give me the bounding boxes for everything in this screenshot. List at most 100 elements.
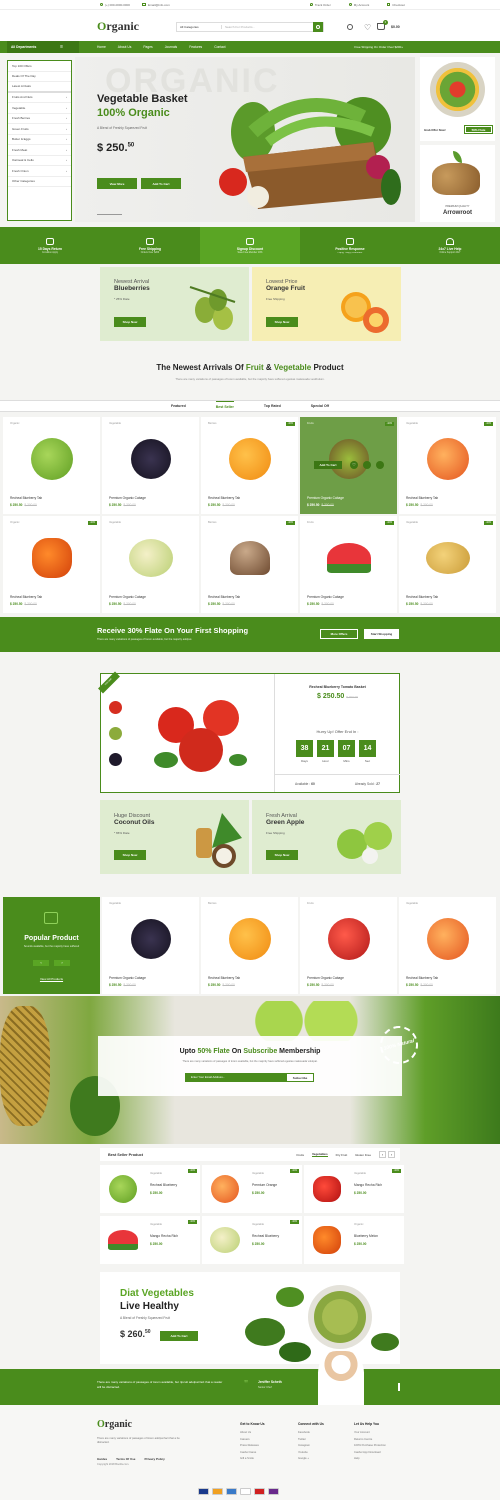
sidebar-item[interactable]: Butter & Eggs › [8,135,71,145]
footer-link[interactable]: Careers [240,1438,265,1441]
product-card[interactable]: Berries Recheal Blueberry Tab $ 250.50 $ 30… [201,897,298,994]
promo-blueberries[interactable]: Newest Arrival Blueberries * 25% Flate S… [100,267,249,341]
nav-pages[interactable]: Pages [143,45,152,49]
checkout-link[interactable]: Checkout [392,3,405,7]
logo[interactable]: Organic [97,19,139,34]
footer-link[interactable]: Youtube [298,1451,324,1454]
category-select[interactable]: All Categories [177,25,222,29]
sidebar-item[interactable]: Fruits And Nuts › [8,93,71,103]
bestseller-item[interactable]: Vegetable -10% Mango Recha Rich $ 250.00 [100,1216,200,1264]
product-name[interactable]: Recheal Blueberry Tab [208,976,240,980]
footer-link-guides[interactable]: Guides [97,1457,107,1461]
product-name[interactable]: Premium Organic Cabage [109,496,146,500]
bestseller-item[interactable]: Vegetable -10% Mango Recha Rich $ 250.00 [304,1165,404,1213]
product-card[interactable]: Berries -10% Recheal Blueberry Tab $ 250.50… [201,516,298,613]
bestseller-item[interactable]: Vegetable -10% Premium Orange $ 250.00 [202,1165,302,1213]
tab-featured[interactable]: Featured [171,401,186,411]
search-button[interactable] [313,22,323,32]
product-card[interactable]: Vegetable Recheal Blueberry Tab $ 250.50 $ … [399,897,496,994]
deal-thumb[interactable] [109,727,122,740]
hero-add-to-cart-button[interactable]: Add To Cart [141,178,181,189]
sidebar-item[interactable]: Fresh Onion › [8,166,71,177]
compare-icon[interactable] [376,461,384,469]
quick-view-icon[interactable] [363,461,371,469]
bs-next-arrow[interactable]: › [388,1151,395,1158]
bs-tab-fruits[interactable]: Fruits [296,1153,304,1157]
deal-product-name[interactable]: Recheal Blueberry Tomato Basket [275,685,400,689]
view-more-button[interactable]: View More [97,178,137,189]
wishlist-icon[interactable]: ♡ [364,23,371,32]
product-name[interactable]: Premium Organic Cabage [307,976,344,980]
all-departments-button[interactable]: All Departments ≡ [7,41,79,53]
prev-arrow[interactable]: ‹ [33,960,49,966]
sidebar-item[interactable]: Fresh Meat › [8,145,71,156]
product-card[interactable]: Fruits -10% Premium Organic Cabage $ 250.50… [300,516,397,613]
footer-link-privacy[interactable]: Privacy Policy [144,1457,164,1461]
nav-home[interactable]: Home [97,45,106,49]
sidebar-item[interactable]: Oatmeal & Cello › [8,156,71,166]
more-offers-button[interactable]: More Offers [320,629,358,639]
product-name[interactable]: Premium Organic Cabage [307,496,344,500]
shop-now-button[interactable]: Shop Now [114,317,146,327]
start-shopping-button[interactable]: Start Shopping [364,629,399,639]
product-name[interactable]: Premium Orange [252,1183,277,1187]
product-card[interactable]: Vegetable Premium Organic Cabage $ 250.50 $… [102,897,199,994]
tab-special-off[interactable]: Special Off [311,401,329,411]
subscribe-email-input[interactable]: Enter Your Email Address... [185,1073,286,1082]
product-card-hover[interactable]: Fruits -10% Add To Cart ♡ Premium Organic Ca… [300,417,397,514]
promo-green-apple[interactable]: Fresh Arrival Green Apple Free Shipping … [252,800,401,874]
bestseller-item[interactable]: Organic Blueberry Melon $ 250.00 [304,1216,404,1264]
slider-dots[interactable] [398,1383,400,1391]
deal-thumb[interactable] [109,753,122,766]
sidebar-item[interactable]: Deals Of The Day [8,72,71,82]
bestseller-item[interactable]: Vegetable -10% Recheal Blueberry $ 250.00 [100,1165,200,1213]
promo-coconut[interactable]: Huge Discount Coconut Oils * 65% Flate S… [100,800,249,874]
topbar-email[interactable]: Email@info.com [148,3,170,7]
footer-link[interactable]: 100% Purchase Protection [354,1444,386,1447]
diet-add-to-cart-button[interactable]: Add To Cart [160,1331,198,1341]
footer-link[interactable]: Cashel App Download [354,1451,386,1454]
compare-icon[interactable] [347,24,353,30]
product-name[interactable]: Recheal Blueberry Tab [406,976,438,980]
deal-thumb[interactable] [109,701,122,714]
shop-now-button[interactable]: Shop Now [114,850,146,860]
product-name[interactable]: Premium Organic Cabage [307,595,344,599]
tab-best-seller[interactable]: Best Seller [215,400,234,412]
footer-link[interactable]: Press Releases [240,1444,265,1447]
product-card[interactable]: Organic Recheal Blueberry Tab $ 250.50 $ 30… [3,417,100,514]
view-all-products-link[interactable]: View All Products [3,977,100,981]
promo-orange[interactable]: Lowest Price Orange Fruit Free Shipping … [252,267,401,341]
product-card[interactable]: Organic -10% Recheal Blueberry Tab $ 250.50… [3,516,100,613]
sidebar-item[interactable]: Top 100 Offers [8,61,71,72]
product-card[interactable]: Vegetable -10% Recheal Blueberry Tab $ 250.… [399,417,496,514]
side-banner-top[interactable]: Grab Offer Now! 50% Flate [420,57,495,141]
bs-prev-arrow[interactable]: ‹ [379,1151,386,1158]
product-card[interactable]: Vegetable -10% Recheal Blueberry Tab $ 250.… [399,516,496,613]
search-input[interactable]: Search For Products... [222,25,313,29]
bs-tab-vegetables[interactable]: Vegetables [311,1152,328,1157]
footer-link[interactable]: Cashel Cares [240,1451,265,1454]
bs-tab-gluten-free[interactable]: Gluten Free [355,1153,371,1157]
tab-top-rated[interactable]: Top Rated [264,401,281,411]
nav-features[interactable]: Features [189,45,202,49]
footer-link[interactable]: Google + [298,1457,324,1460]
product-name[interactable]: Recheal Blueberry [150,1183,177,1187]
footer-logo[interactable]: Organic [97,1419,132,1430]
footer-link[interactable]: About Us [240,1431,265,1434]
shop-now-button[interactable]: Shop Now [266,317,298,327]
add-to-cart-button[interactable]: Add To Cart [314,461,342,469]
footer-link[interactable]: Returns Centre [354,1438,386,1441]
cart-total[interactable]: $0.00 [391,25,400,29]
sidebar-item[interactable]: Fresh Berries › [8,114,71,124]
product-card[interactable]: Fruits Premium Organic Cabage $ 250.50 $ 30… [300,897,397,994]
sidebar-item[interactable]: Vegetable › [8,103,71,114]
my-account-link[interactable]: My Account [354,3,370,7]
product-name[interactable]: Recheal Blueberry Tab [208,595,240,599]
footer-link[interactable]: Instagram [298,1444,324,1447]
subscribe-button[interactable]: Subscribe [286,1073,314,1082]
sidebar-item[interactable]: Green Fruits › [8,124,71,135]
diet-banner[interactable]: Diat Vegetables Live Healthy A Blend of … [100,1272,400,1364]
shop-now-button[interactable]: Shop Now [266,850,298,860]
product-name[interactable]: Recheal Blueberry Tab [406,595,438,599]
track-order-link[interactable]: Track Order [315,3,331,7]
